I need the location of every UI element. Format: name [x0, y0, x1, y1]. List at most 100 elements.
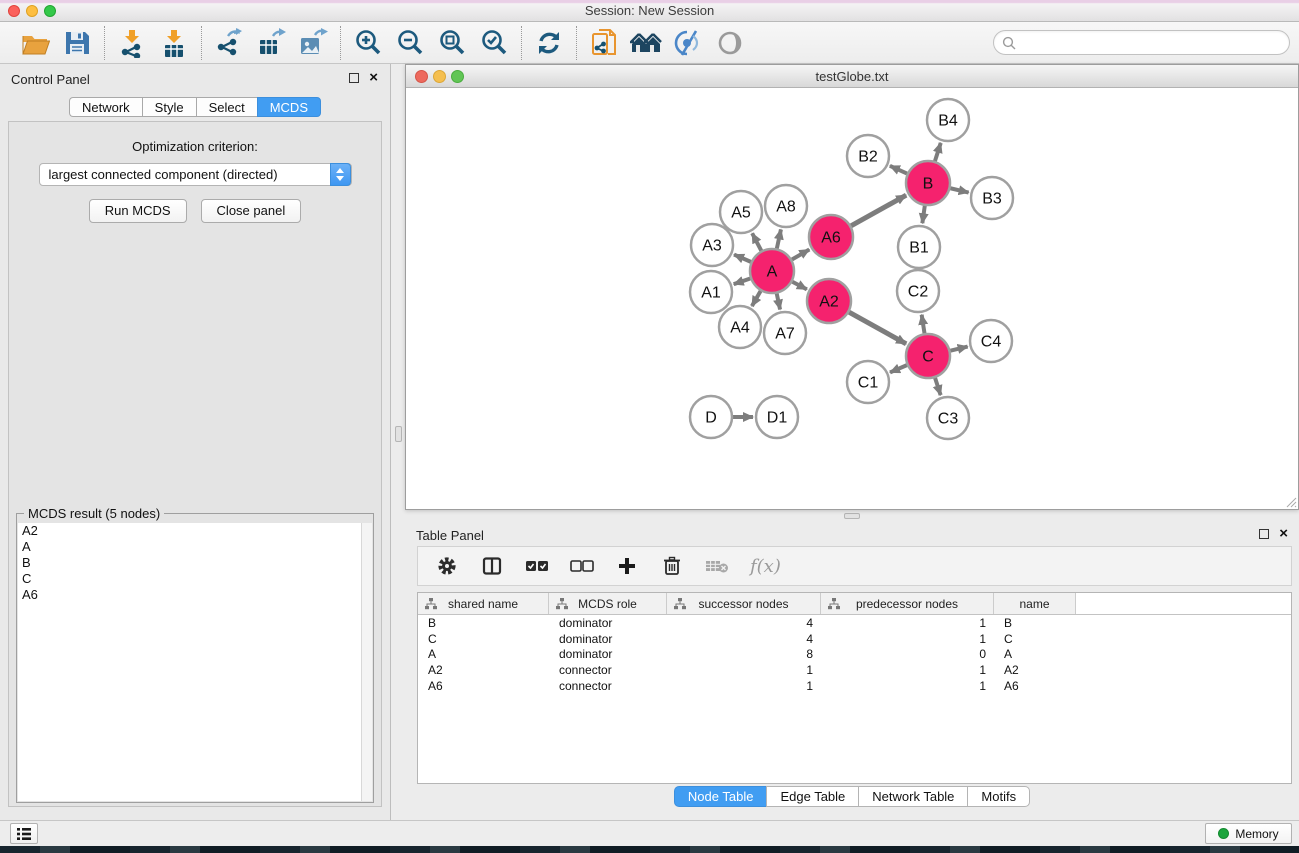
graph-node-C1[interactable]: C1 — [847, 361, 889, 403]
graph-edge-A-A5[interactable] — [752, 233, 761, 250]
add-column-icon[interactable] — [615, 554, 639, 578]
graph-edge-C-C4[interactable] — [950, 347, 967, 351]
column-header-shared-name[interactable]: shared name — [418, 593, 549, 614]
graph-edge-A6-B[interactable] — [851, 195, 906, 226]
graph-node-A5[interactable]: A5 — [720, 191, 762, 233]
vertical-splitter-handle[interactable] — [395, 426, 402, 442]
home-views-icon[interactable] — [630, 27, 662, 59]
graph-node-A8[interactable]: A8 — [765, 185, 807, 227]
tab-style[interactable]: Style — [142, 97, 196, 117]
column-layout-icon[interactable] — [480, 554, 504, 578]
close-panel-button[interactable]: Close panel — [201, 199, 302, 223]
save-session-icon[interactable] — [61, 27, 93, 59]
graph-node-A[interactable]: A — [750, 249, 794, 293]
graph-edge-A-A4[interactable] — [752, 291, 761, 306]
float-panel-icon[interactable] — [349, 73, 359, 83]
tab-network-table[interactable]: Network Table — [858, 786, 967, 807]
network-canvas[interactable]: B4B2BB3A8A5A6A3B1AA1C2A2A4A7C4CC1C3DD1 — [406, 88, 1298, 509]
column-header-successor-nodes[interactable]: successor nodes — [667, 593, 821, 614]
graph-edge-A2-C[interactable] — [849, 312, 906, 344]
open-session-icon[interactable] — [19, 27, 51, 59]
select-all-checkboxes-icon[interactable] — [525, 554, 549, 578]
export-image-icon[interactable] — [297, 27, 329, 59]
table-close-panel-icon[interactable]: × — [1279, 525, 1288, 543]
show-graphics-details-icon[interactable] — [714, 27, 746, 59]
optimization-criterion-select[interactable]: largest connected component (directed) — [39, 163, 352, 186]
graph-edge-A-A1[interactable] — [734, 278, 751, 284]
graph-node-A2[interactable]: A2 — [807, 279, 851, 323]
graph-node-C4[interactable]: C4 — [970, 320, 1012, 362]
column-header-mcds-role[interactable]: MCDS role — [549, 593, 667, 614]
result-list-scrollbar[interactable] — [361, 523, 372, 801]
graph-edge-B-B2[interactable] — [890, 166, 907, 174]
graph-node-B4[interactable]: B4 — [927, 99, 969, 141]
graph-node-D[interactable]: D — [690, 396, 732, 438]
zoom-out-icon[interactable] — [394, 27, 426, 59]
graph-edge-C-C1[interactable] — [890, 365, 907, 372]
column-header-name[interactable]: name — [994, 593, 1076, 614]
table-row[interactable]: Cdominator41C — [418, 631, 1291, 647]
close-panel-icon[interactable]: × — [369, 69, 378, 87]
graph-edge-A-A6[interactable] — [792, 249, 809, 259]
graph-edge-B-B3[interactable] — [950, 188, 968, 192]
run-mcds-button[interactable]: Run MCDS — [89, 199, 187, 223]
horizontal-splitter-handle[interactable] — [844, 513, 860, 519]
graph-node-A1[interactable]: A1 — [690, 271, 732, 313]
graph-node-D1[interactable]: D1 — [756, 396, 798, 438]
window-resize-grip[interactable] — [1283, 494, 1297, 508]
clone-network-view-icon[interactable] — [588, 27, 620, 59]
tab-node-table[interactable]: Node Table — [674, 786, 767, 807]
table-row[interactable]: A6connector11A6 — [418, 678, 1291, 694]
graph-node-C3[interactable]: C3 — [927, 397, 969, 439]
graph-edge-B-B1[interactable] — [922, 206, 924, 223]
graph-node-B1[interactable]: B1 — [898, 226, 940, 268]
graph-node-B[interactable]: B — [906, 161, 950, 205]
graph-edge-C-C3[interactable] — [935, 378, 941, 395]
column-header-predecessor-nodes[interactable]: predecessor nodes — [821, 593, 994, 614]
deselect-all-checkboxes-icon[interactable] — [570, 554, 594, 578]
refresh-layout-icon[interactable] — [533, 27, 565, 59]
graph-node-A6[interactable]: A6 — [809, 215, 853, 259]
zoom-in-icon[interactable] — [352, 27, 384, 59]
graph-node-A4[interactable]: A4 — [719, 306, 761, 348]
memory-button[interactable]: Memory — [1205, 823, 1292, 844]
tab-mcds[interactable]: MCDS — [257, 97, 321, 117]
import-network-icon[interactable] — [116, 27, 148, 59]
graph-node-B3[interactable]: B3 — [971, 177, 1013, 219]
table-row[interactable]: Bdominator41B — [418, 615, 1291, 631]
settings-gear-icon[interactable] — [435, 554, 459, 578]
import-table-icon[interactable] — [158, 27, 190, 59]
result-list-item[interactable]: A — [18, 539, 361, 555]
graph-node-A3[interactable]: A3 — [691, 224, 733, 266]
graph-node-A7[interactable]: A7 — [764, 312, 806, 354]
graph-edge-B-B4[interactable] — [935, 143, 941, 161]
search-input[interactable] — [1021, 35, 1289, 50]
search-field[interactable] — [993, 30, 1290, 55]
graph-edge-A-A2[interactable] — [792, 282, 807, 290]
graph-edge-A-A7[interactable] — [777, 294, 780, 310]
hide-graphics-details-icon[interactable] — [672, 27, 704, 59]
tab-motifs[interactable]: Motifs — [967, 786, 1030, 807]
tab-select[interactable]: Select — [196, 97, 257, 117]
task-history-button[interactable] — [10, 823, 38, 844]
table-float-panel-icon[interactable] — [1259, 529, 1269, 539]
result-list-item[interactable]: A2 — [18, 523, 361, 539]
table-row[interactable]: A2connector11A2 — [418, 662, 1291, 678]
result-list-item[interactable]: B — [18, 555, 361, 571]
graph-edge-A-A8[interactable] — [777, 229, 781, 248]
network-window-titlebar[interactable]: testGlobe.txt — [406, 65, 1298, 88]
tab-network[interactable]: Network — [69, 97, 142, 117]
graph-node-C[interactable]: C — [906, 334, 950, 378]
graph-edge-C-C2[interactable] — [922, 315, 925, 334]
export-table-icon[interactable] — [255, 27, 287, 59]
delete-column-icon[interactable] — [660, 554, 684, 578]
zoom-selected-icon[interactable] — [478, 27, 510, 59]
result-list-item[interactable]: A6 — [18, 587, 361, 603]
tab-edge-table[interactable]: Edge Table — [766, 786, 858, 807]
graph-node-B2[interactable]: B2 — [847, 135, 889, 177]
graph-edge-A-A3[interactable] — [734, 255, 751, 262]
zoom-fit-icon[interactable] — [436, 27, 468, 59]
export-network-icon[interactable] — [213, 27, 245, 59]
table-row[interactable]: Adominator80A — [418, 647, 1291, 663]
result-list-item[interactable]: C — [18, 571, 361, 587]
